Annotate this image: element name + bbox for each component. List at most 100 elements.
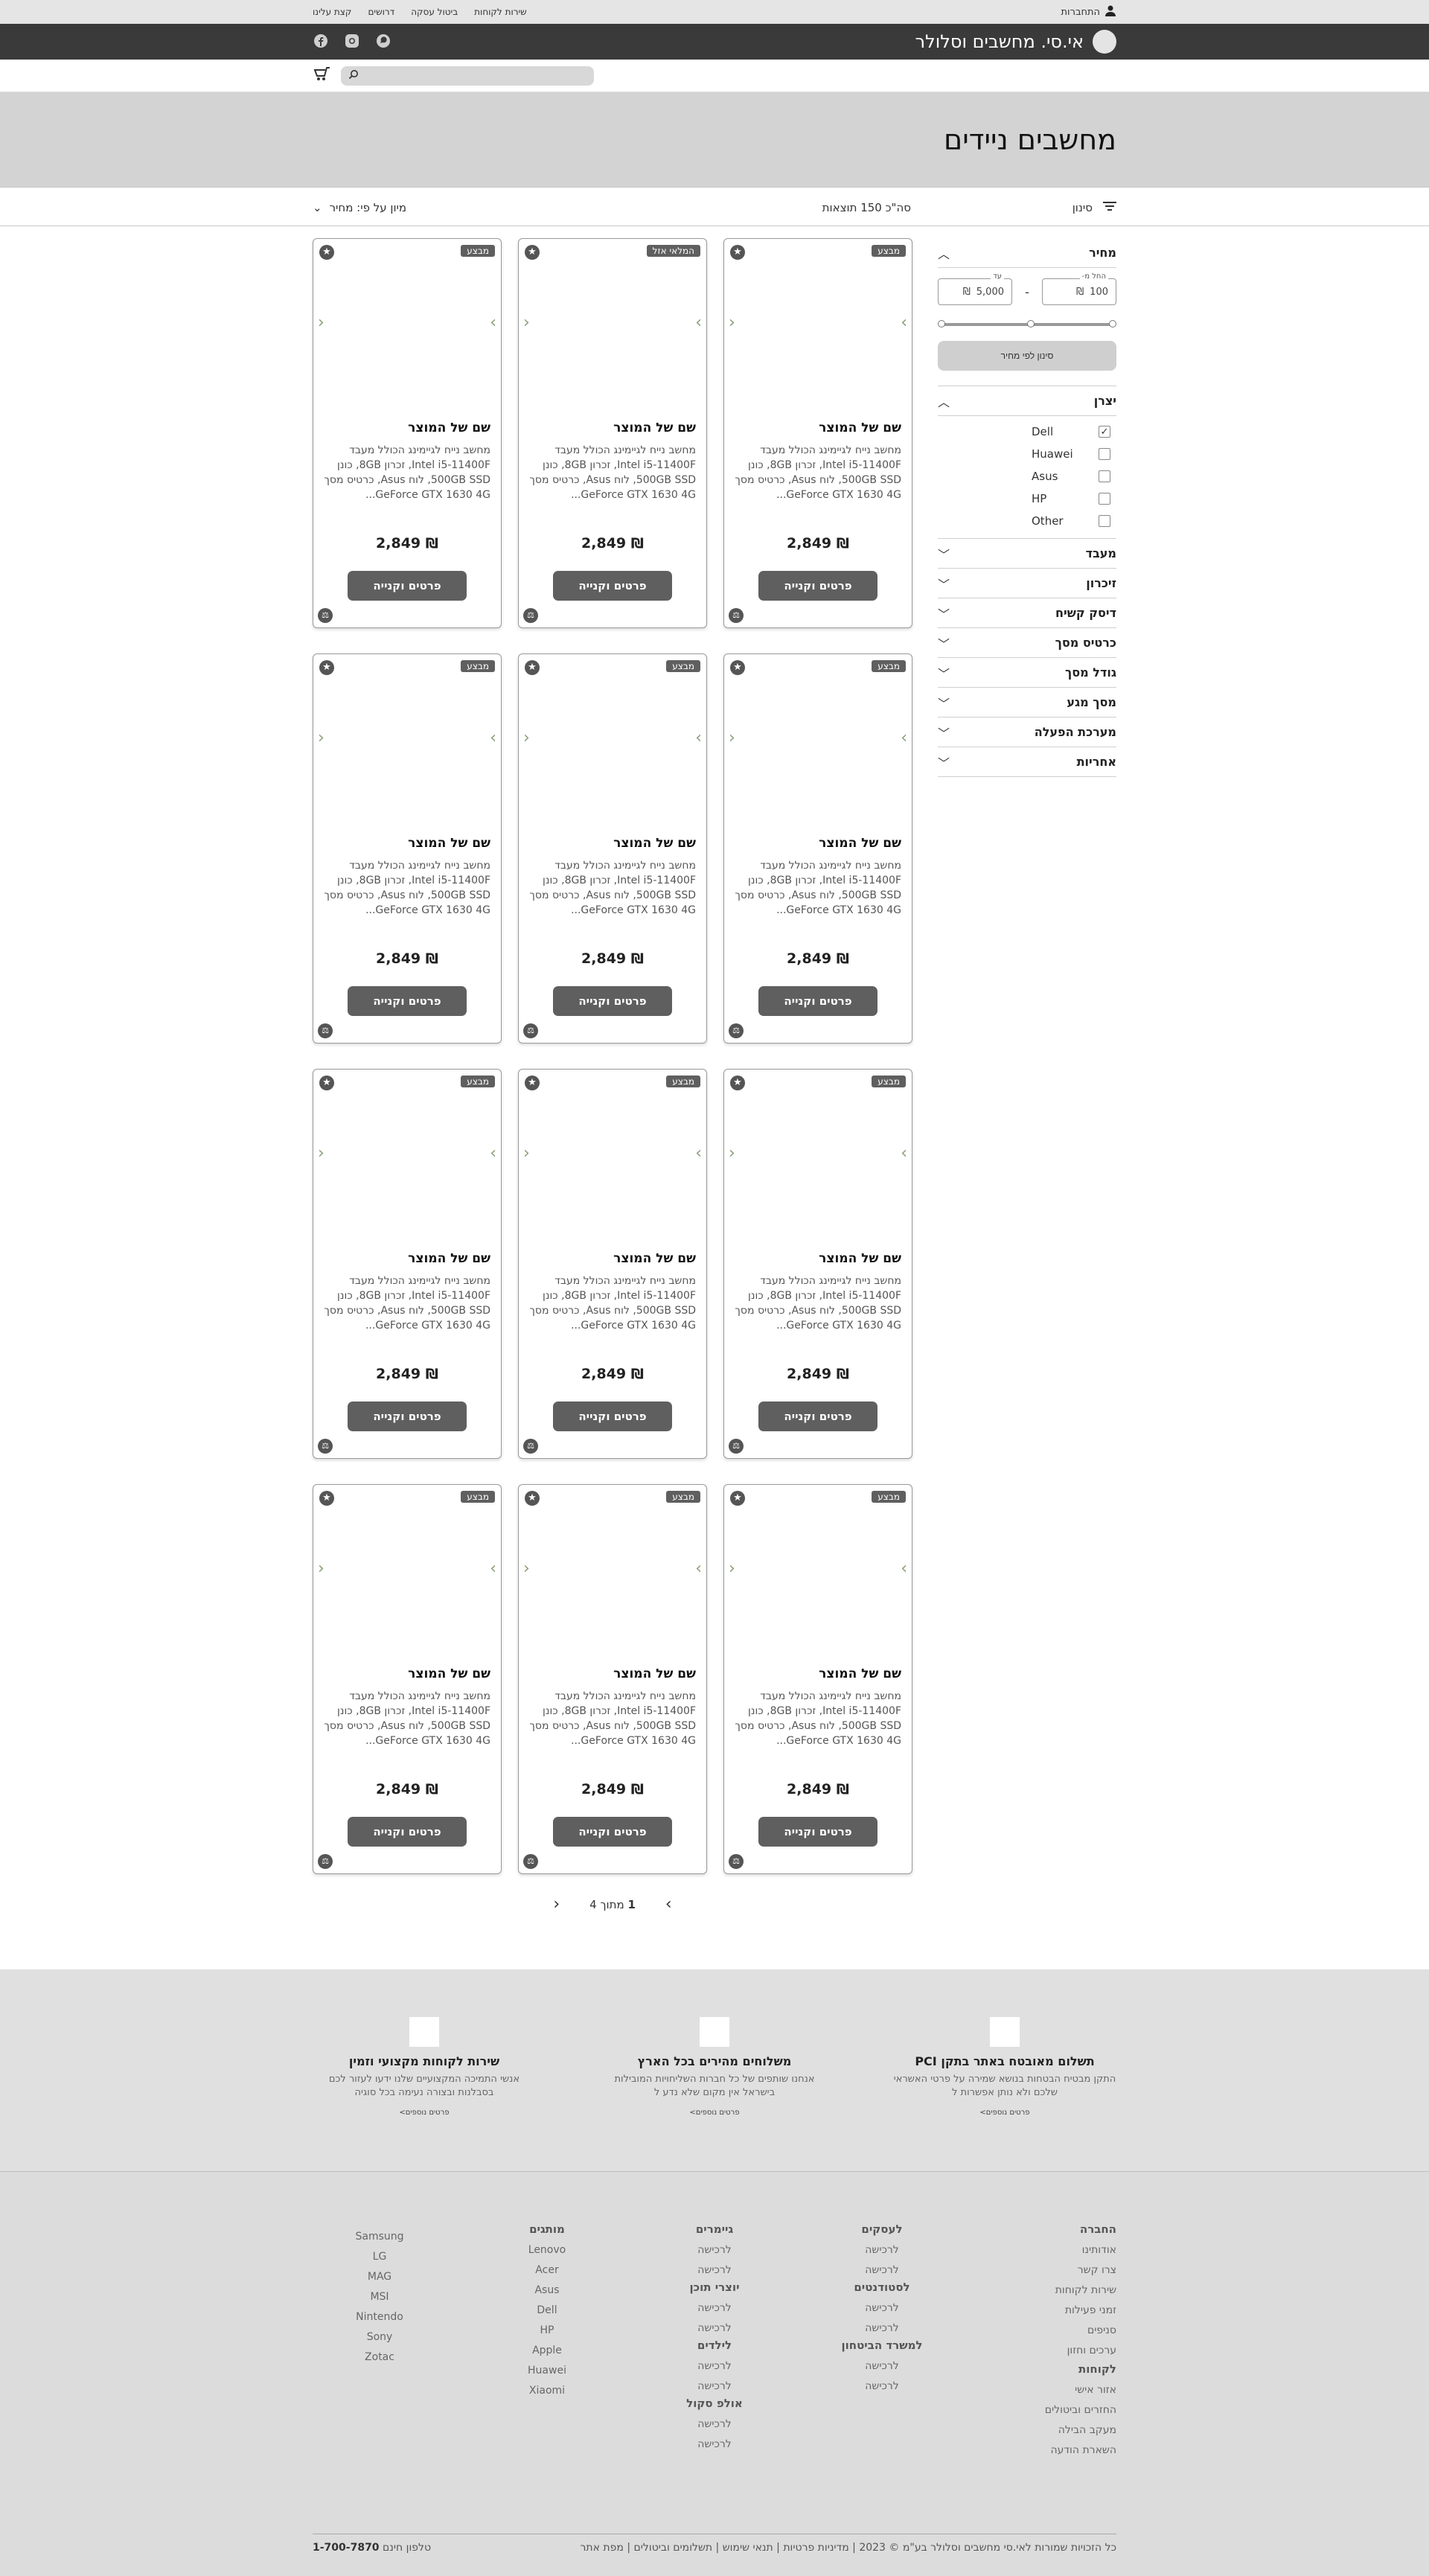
- brand-option-huawei[interactable]: Huawei: [938, 443, 1110, 465]
- footer-link[interactable]: השארת הודעה: [982, 2441, 1117, 2461]
- footer-link[interactable]: לרכישה: [648, 2435, 781, 2455]
- compare-icon[interactable]: ⚖: [523, 608, 538, 623]
- details-buy-button[interactable]: פרטים וקנייה: [348, 1402, 467, 1431]
- search-input[interactable]: [341, 66, 594, 86]
- whatsapp-icon[interactable]: [375, 33, 391, 50]
- price-section-header[interactable]: מחיר ︿: [938, 238, 1116, 268]
- chevron-left-icon[interactable]: ‹: [318, 1559, 325, 1578]
- cart-icon[interactable]: [313, 65, 330, 86]
- star-icon[interactable]: ★: [319, 1076, 334, 1090]
- login-link[interactable]: התחברות: [1061, 4, 1116, 19]
- footer-link[interactable]: Dell: [480, 2301, 614, 2321]
- chevron-left-icon[interactable]: ‹: [729, 313, 735, 332]
- chevron-right-icon[interactable]: ›: [695, 313, 702, 332]
- star-icon[interactable]: ★: [319, 660, 334, 675]
- star-icon[interactable]: ★: [525, 245, 540, 260]
- footer-link[interactable]: LG: [313, 2247, 447, 2267]
- product-title[interactable]: שם של המוצר: [324, 1251, 490, 1266]
- checkbox[interactable]: [1099, 448, 1110, 460]
- instagram-icon[interactable]: [344, 33, 360, 50]
- chevron-left-icon[interactable]: ‹: [523, 313, 530, 332]
- product-title[interactable]: שם של המוצר: [735, 1251, 901, 1266]
- footer-link[interactable]: לרכישה: [648, 2298, 781, 2318]
- brand-option-other[interactable]: Other: [938, 510, 1110, 532]
- star-icon[interactable]: ★: [525, 1076, 540, 1090]
- compare-icon[interactable]: ⚖: [318, 1023, 333, 1038]
- chevron-right-icon[interactable]: ›: [490, 729, 496, 747]
- footer-link[interactable]: Huawei: [480, 2361, 614, 2381]
- filter-section-5[interactable]: מסך מגע ﹀: [938, 688, 1116, 717]
- product-title[interactable]: שם של המוצר: [735, 836, 901, 851]
- product-card[interactable]: מבצע ★ ‹ › שם של המוצר מחשב נייח לגיימינג הכו…: [723, 1069, 912, 1459]
- footer-link[interactable]: Apple: [480, 2341, 614, 2361]
- chevron-left-icon[interactable]: ‹: [729, 1144, 735, 1163]
- product-title[interactable]: שם של המוצר: [529, 1251, 696, 1266]
- details-buy-button[interactable]: פרטים וקנייה: [348, 571, 467, 601]
- compare-icon[interactable]: ⚖: [729, 1023, 744, 1038]
- product-card[interactable]: מבצע ★ ‹ › שם של המוצר מחשב נייח לגיימינג הכו…: [723, 1484, 912, 1874]
- chevron-left-icon[interactable]: ‹: [729, 729, 735, 747]
- footer-link[interactable]: Sony: [313, 2327, 447, 2348]
- filter-section-0[interactable]: מעבד ﹀: [938, 539, 1116, 569]
- footer-link[interactable]: לרכישה: [648, 2240, 781, 2260]
- top-link-customer-service[interactable]: שירות לקוחות: [474, 7, 527, 17]
- footer-link[interactable]: לרכישה: [815, 2240, 949, 2260]
- feature-more-link[interactable]: פרטים נוספים>: [603, 2109, 826, 2117]
- footer-link[interactable]: לרכישה: [815, 2377, 949, 2397]
- chevron-right-icon[interactable]: ›: [695, 1144, 702, 1163]
- footer-link[interactable]: זמני פעילות: [982, 2301, 1116, 2321]
- star-icon[interactable]: ★: [319, 245, 334, 260]
- details-buy-button[interactable]: פרטים וקנייה: [553, 986, 672, 1016]
- star-icon[interactable]: ★: [525, 660, 540, 675]
- footer-link[interactable]: Zotac: [313, 2348, 447, 2368]
- compare-icon[interactable]: ⚖: [729, 1854, 744, 1869]
- footer-link[interactable]: Xiaomi: [480, 2381, 614, 2401]
- brand-option-dell[interactable]: ✓ Dell: [938, 421, 1110, 443]
- details-buy-button[interactable]: פרטים וקנייה: [348, 986, 467, 1016]
- checkbox[interactable]: [1099, 470, 1110, 482]
- compare-icon[interactable]: ⚖: [318, 1439, 333, 1454]
- star-icon[interactable]: ★: [525, 1491, 540, 1506]
- price-to-field[interactable]: עד 5,000 ₪: [938, 272, 1012, 305]
- chevron-right-icon[interactable]: ›: [901, 1144, 907, 1163]
- footer-link[interactable]: שירות לקוחות: [982, 2281, 1116, 2301]
- footer-link[interactable]: Lenovo: [480, 2240, 614, 2260]
- price-slider[interactable]: [938, 320, 1116, 327]
- footer-link[interactable]: MSI: [313, 2287, 447, 2307]
- footer-link[interactable]: MAG: [313, 2267, 447, 2287]
- price-from-field[interactable]: החל מ- 100 ₪: [1042, 272, 1116, 305]
- compare-icon[interactable]: ⚖: [523, 1023, 538, 1038]
- product-title[interactable]: שם של המוצר: [324, 836, 490, 851]
- filter-section-6[interactable]: מערכת הפעלה ﹀: [938, 717, 1116, 747]
- footer-link[interactable]: לרכישה: [815, 2260, 949, 2281]
- chevron-left-icon[interactable]: ‹: [318, 729, 325, 747]
- checkbox[interactable]: [1099, 515, 1110, 527]
- footer-link[interactable]: ערכים וחזון: [982, 2341, 1116, 2361]
- compare-icon[interactable]: ⚖: [318, 1854, 333, 1869]
- footer-link[interactable]: Asus: [480, 2281, 614, 2301]
- prev-page-icon[interactable]: ‹: [553, 1895, 560, 1914]
- product-title[interactable]: שם של המוצר: [735, 1666, 901, 1681]
- feature-more-link[interactable]: פרטים נוספים>: [893, 2109, 1116, 2117]
- product-card[interactable]: מבצע ★ ‹ › שם של המוצר מחשב נייח לגיימינג הכו…: [313, 653, 502, 1043]
- details-buy-button[interactable]: פרטים וקנייה: [553, 1402, 672, 1431]
- footer-link[interactable]: מעקב הבילה: [982, 2420, 1116, 2441]
- product-title[interactable]: שם של המוצר: [529, 421, 696, 435]
- checkbox[interactable]: [1099, 493, 1110, 505]
- footer-link[interactable]: לרכישה: [815, 2298, 949, 2318]
- product-title[interactable]: שם של המוצר: [735, 421, 901, 435]
- details-buy-button[interactable]: פרטים וקנייה: [758, 1817, 877, 1847]
- footer-link[interactable]: החזרים וביטולים: [982, 2400, 1116, 2420]
- checkbox[interactable]: ✓: [1099, 426, 1110, 438]
- brand-option-hp[interactable]: HP: [938, 488, 1110, 510]
- product-card[interactable]: מבצע ★ ‹ › שם של המוצר מחשב נייח לגיימינג הכו…: [518, 1069, 707, 1459]
- price-filter-button[interactable]: סינון לפי מחיר: [938, 341, 1116, 371]
- product-card[interactable]: המלאי אזל ★ ‹ › שם של המוצר מחשב נייח לגיימינ…: [518, 238, 707, 628]
- sort-dropdown[interactable]: מיון על פי: מחיר ⌄: [313, 201, 406, 214]
- chevron-left-icon[interactable]: ‹: [523, 729, 530, 747]
- product-title[interactable]: שם של המוצר: [324, 421, 490, 435]
- star-icon[interactable]: ★: [319, 1491, 334, 1506]
- chevron-right-icon[interactable]: ›: [695, 1559, 702, 1578]
- facebook-icon[interactable]: [313, 33, 329, 50]
- footer-link[interactable]: Nintendo: [313, 2307, 447, 2327]
